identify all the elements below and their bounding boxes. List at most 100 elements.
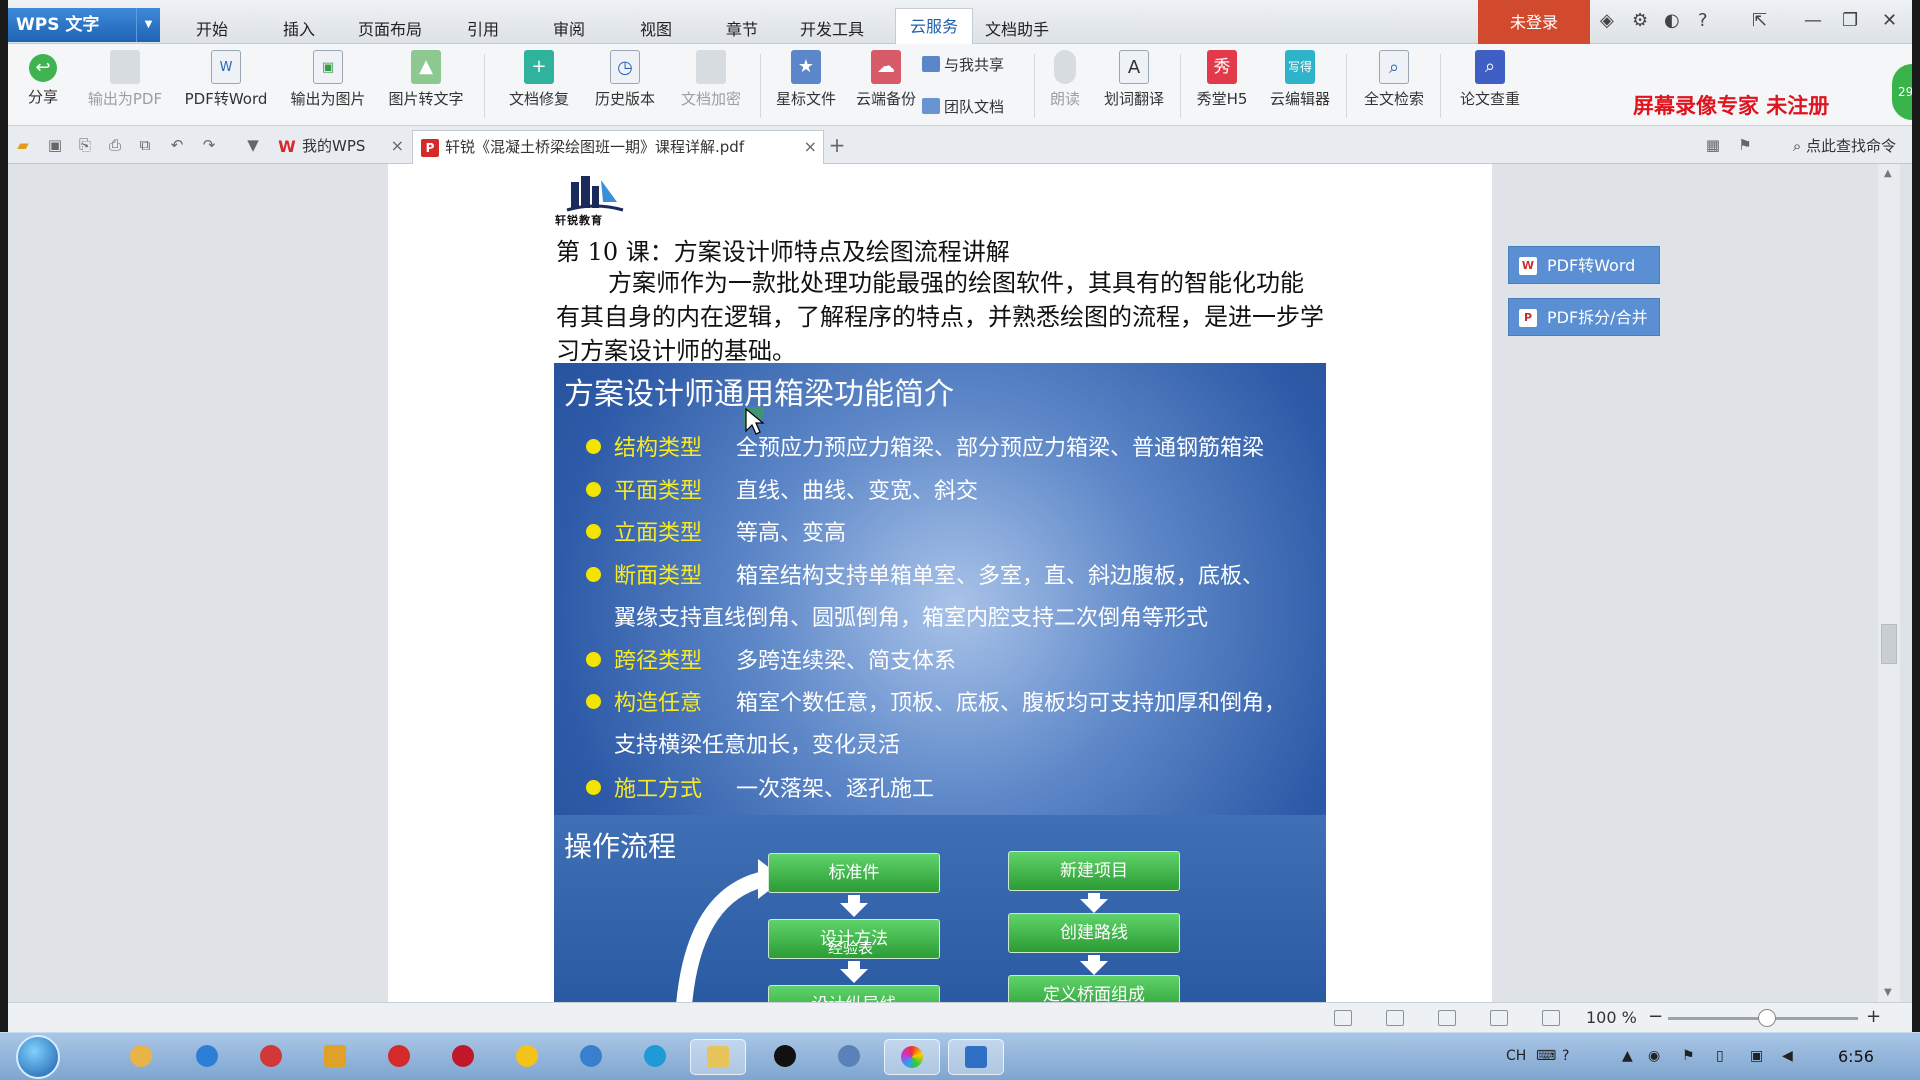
menu-review[interactable]: 审阅 <box>553 16 585 40</box>
show-h5-button[interactable]: 秀 秀堂H5 <box>1186 50 1258 109</box>
fit-page-icon[interactable] <box>1334 1010 1352 1026</box>
cloud-backup-button[interactable]: ☁ 云端备份 <box>844 50 928 109</box>
taskbar-app-explorer[interactable] <box>690 1039 746 1075</box>
maximize-icon[interactable]: ❐ <box>1842 10 1858 31</box>
document-tab-bar: ▰ ▣ ⎘ ⎙ ⧉ ↶ ↷ ▼ W 我的WPS × P 轩锐《混凝土桥梁绘图班一… <box>8 126 1912 164</box>
taskbar-app[interactable] <box>188 1039 224 1075</box>
taskbar-app[interactable] <box>252 1039 288 1075</box>
help-icon[interactable]: ? <box>1698 10 1708 31</box>
menu-doc-assistant[interactable]: 文档助手 <box>985 16 1049 40</box>
show-hidden-icons-icon[interactable]: ▲ <box>1622 1048 1633 1064</box>
scrollbar-thumb[interactable] <box>1881 624 1897 664</box>
close-icon[interactable]: ✕ <box>1882 10 1897 31</box>
share-button[interactable]: ↩ 分享 <box>22 50 64 107</box>
customize-dropdown-icon[interactable]: ▼ <box>244 137 262 153</box>
login-button[interactable]: 未登录 <box>1478 0 1590 44</box>
menu-start[interactable]: 开始 <box>196 16 228 40</box>
cloud-backup-label: 云端备份 <box>855 90 916 108</box>
menu-cloud-service[interactable]: 云服务 <box>895 8 974 44</box>
menu-view[interactable]: 视图 <box>640 16 672 40</box>
security-icon[interactable]: ◉ <box>1648 1048 1660 1064</box>
web-view-icon[interactable] <box>1490 1010 1508 1026</box>
outline-view-icon[interactable] <box>1438 1010 1456 1026</box>
screen-icon[interactable]: ▦ <box>1704 137 1722 153</box>
input-language[interactable]: CH <box>1506 1048 1526 1064</box>
image-to-text-button[interactable]: ▲ 图片转文字 <box>384 50 468 109</box>
bullet-dot-icon <box>586 694 601 709</box>
undo-icon[interactable]: ↶ <box>168 137 186 153</box>
restore-ribbon-icon[interactable]: ⇱ <box>1752 10 1767 31</box>
cloud-editor-button[interactable]: 写得 云编辑器 <box>1258 50 1342 109</box>
feedback-icon[interactable]: ◐ <box>1664 10 1680 31</box>
export-pdf-button[interactable]: 输出为PDF <box>84 50 166 109</box>
page-view-icon[interactable] <box>1386 1010 1404 1026</box>
menu-developer[interactable]: 开发工具 <box>800 16 864 40</box>
floating-bubble[interactable]: 29 <box>1892 64 1912 120</box>
taskbar-app[interactable] <box>316 1039 352 1075</box>
preview-icon[interactable]: ⧉ <box>136 137 154 153</box>
taskbar-app[interactable] <box>508 1039 544 1075</box>
pdf-to-word-side-button[interactable]: W PDF转Word <box>1508 246 1660 284</box>
network-icon[interactable]: ▣ <box>1750 1048 1763 1064</box>
redo-icon[interactable]: ↷ <box>200 137 218 153</box>
pdf-split-merge-button[interactable]: P PDF拆分/合并 <box>1508 298 1660 336</box>
scroll-down-icon[interactable]: ▼ <box>1884 987 1892 998</box>
taskbar-app-wps[interactable] <box>948 1039 1004 1075</box>
volume-icon[interactable]: ◀ <box>1782 1048 1793 1064</box>
taskbar-app-recorder[interactable] <box>884 1039 940 1075</box>
chevron-down-icon[interactable]: ▼ <box>136 8 160 42</box>
flag-icon[interactable]: ⚑ <box>1736 137 1754 153</box>
menu-chapter[interactable]: 章节 <box>726 16 758 40</box>
taskbar-app[interactable] <box>572 1039 608 1075</box>
taskbar-app[interactable] <box>830 1039 866 1075</box>
doc-encrypt-button[interactable]: 文档加密 <box>670 50 752 109</box>
menu-references[interactable]: 引用 <box>467 16 499 40</box>
read-aloud-button[interactable]: 朗读 <box>1042 50 1088 109</box>
starred-files-button[interactable]: ★ 星标文件 <box>764 50 848 109</box>
skin-icon[interactable]: ◈ <box>1600 10 1614 31</box>
word-translate-button[interactable]: A 划词翻译 <box>1092 50 1176 109</box>
new-tab-icon[interactable]: + <box>828 135 846 155</box>
tab-my-wps[interactable]: W 我的WPS × <box>270 130 410 164</box>
open-folder-icon[interactable]: ▰ <box>14 137 32 153</box>
shared-with-me-button[interactable]: 与我共享 <box>922 54 1004 75</box>
close-tab-icon[interactable]: × <box>804 131 817 163</box>
keyboard-icon[interactable]: ⌨ <box>1536 1048 1556 1064</box>
menu-insert[interactable]: 插入 <box>283 16 315 40</box>
menu-page-layout[interactable]: 页面布局 <box>358 16 422 40</box>
device-icon[interactable]: ▯ <box>1716 1048 1724 1064</box>
taskbar-app[interactable] <box>380 1039 416 1075</box>
action-center-flag-icon[interactable]: ⚑ <box>1682 1048 1695 1064</box>
command-search[interactable]: ⌕ 点此查找命令 <box>1793 135 1896 156</box>
browser-icon <box>130 1045 152 1067</box>
team-docs-button[interactable]: 团队文档 <box>922 96 1004 117</box>
start-button[interactable] <box>16 1035 60 1079</box>
doc-repair-button[interactable]: + 文档修复 <box>498 50 580 109</box>
settings-icon[interactable]: ⚙ <box>1632 10 1648 31</box>
tab-current-doc[interactable]: P 轩锐《混凝土桥梁绘图班一期》课程详解.pdf × <box>412 130 824 164</box>
help-icon[interactable]: ? <box>1562 1048 1569 1064</box>
paper-check-button[interactable]: ⌕ 论文查重 <box>1448 50 1532 109</box>
save-icon[interactable]: ▣ <box>46 137 64 153</box>
app-menu-button[interactable]: WPS 文字 ▼ <box>8 8 160 42</box>
zoom-in-icon[interactable]: + <box>1866 1006 1881 1027</box>
taskbar-app[interactable] <box>122 1039 158 1075</box>
pdf-to-word-button[interactable]: W PDF转Word <box>178 50 274 109</box>
taskbar-app[interactable] <box>636 1039 672 1075</box>
taskbar-app[interactable] <box>766 1039 802 1075</box>
chart-app-icon <box>324 1045 346 1067</box>
taskbar-app[interactable] <box>444 1039 480 1075</box>
print-icon[interactable]: ⎙ <box>106 137 124 153</box>
export-pdf-label: 输出为PDF <box>87 90 163 108</box>
protect-view-icon[interactable] <box>1542 1010 1560 1026</box>
export-image-button[interactable]: ▣ 输出为图片 <box>286 50 370 109</box>
close-tab-icon[interactable]: × <box>391 130 404 162</box>
zoom-slider-thumb[interactable] <box>1758 1009 1776 1027</box>
history-button[interactable]: ◷ 历史版本 <box>583 50 667 109</box>
vertical-scrollbar[interactable]: ▲ ▼ <box>1878 164 1900 1002</box>
zoom-out-icon[interactable]: − <box>1648 1006 1663 1027</box>
scroll-up-icon[interactable]: ▲ <box>1884 168 1892 179</box>
minimize-icon[interactable]: — <box>1804 10 1822 31</box>
fulltext-search-button[interactable]: ⌕ 全文检索 <box>1352 50 1436 109</box>
print-preview-icon[interactable]: ⎘ <box>76 137 94 153</box>
